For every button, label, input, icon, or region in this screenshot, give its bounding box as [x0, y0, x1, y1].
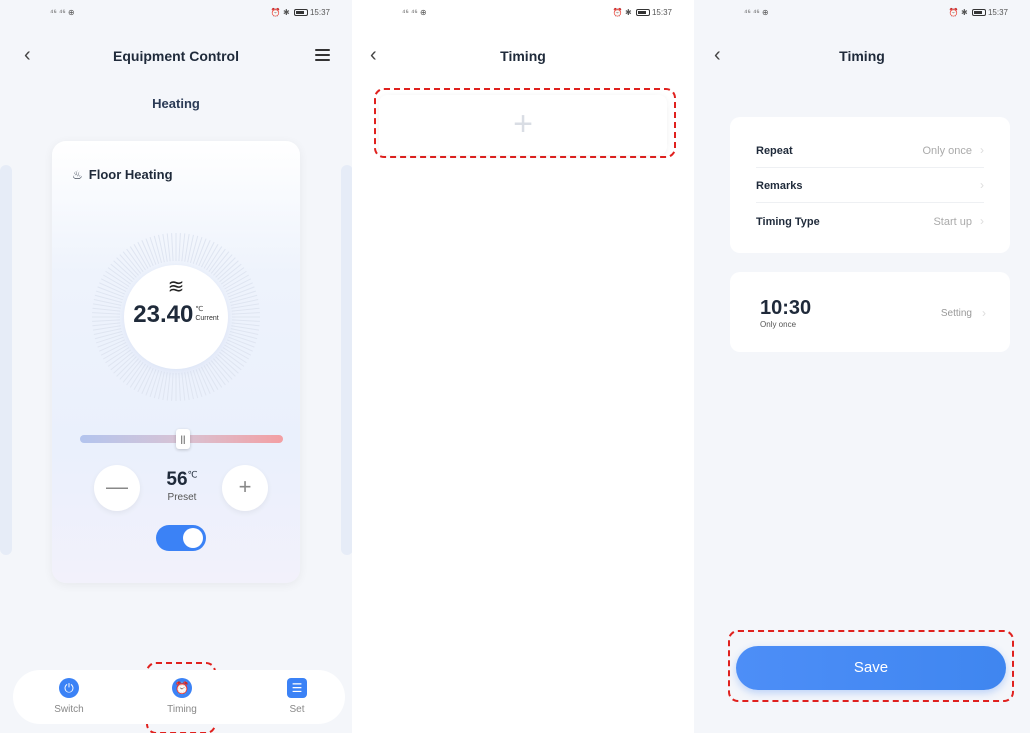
menu-icon[interactable] — [315, 49, 330, 61]
timing-edit-screen: ⁴⁶ ⁴⁶ ⊕ ⏰ ✱ 15:37 ‹ Timing Repeat Only o… — [694, 0, 1030, 733]
status-right: ⏰ ✱ 15:37 — [270, 8, 330, 17]
add-timing-button[interactable]: + — [379, 95, 667, 155]
page-title: Timing — [839, 48, 885, 64]
title-bar: ‹ Equipment Control — [0, 44, 352, 68]
preset-value: 56 — [166, 469, 188, 490]
current-label: Current — [195, 315, 219, 322]
title-bar: ‹ Timing — [694, 44, 1030, 68]
preset-unit: ℃ — [187, 469, 198, 480]
chevron-right-icon: › — [980, 178, 984, 192]
status-right: ⏰ ✱ 15:37 — [612, 8, 672, 17]
repeat-row[interactable]: Repeat Only once › — [756, 133, 984, 168]
signal-indicators: ⁴⁶ ⁴⁶ ⊕ — [50, 8, 75, 17]
preset-label: Preset — [167, 492, 197, 503]
card-title: ♨ Floor Heating — [72, 167, 173, 182]
timing-settings-card: Repeat Only once › Remarks › Timing Type… — [730, 117, 1010, 253]
clock: 15:37 — [987, 8, 1008, 17]
repeat-value: Only once — [922, 145, 972, 157]
chevron-right-icon: › — [980, 214, 984, 228]
next-card-peek[interactable] — [341, 165, 352, 555]
page-title: Timing — [500, 48, 546, 64]
preset-value-row: 56℃ — [142, 469, 222, 491]
floor-heating-card: ♨ Floor Heating ≋ 23.40 ℃ Current || — 56℃ … — [52, 141, 300, 583]
tab-timing[interactable]: ⏰ Timing — [152, 678, 212, 715]
slider-thumb[interactable]: || — [176, 429, 190, 449]
title-bar: ‹ Timing — [352, 44, 694, 68]
alarm-clock-icon: ⏰ — [172, 678, 192, 698]
card-title-text: Floor Heating — [88, 167, 173, 182]
signal-indicators: ⁴⁶ ⁴⁶ ⊕ — [744, 8, 769, 17]
tab-switch-label: Switch — [54, 704, 84, 715]
time-repeat-label: Only once — [760, 320, 797, 329]
chevron-right-icon: › — [982, 306, 986, 320]
clock: 15:37 — [309, 8, 330, 17]
chevron-right-icon: › — [980, 143, 984, 157]
sliders-icon: ☰ — [287, 678, 307, 698]
temperature-dial[interactable]: ≋ 23.40 ℃ Current — [88, 229, 264, 405]
timing-type-label: Timing Type — [756, 216, 820, 228]
status-bar: ⁴⁶ ⁴⁶ ⊕ ⏰ ✱ 15:37 — [352, 8, 694, 22]
tab-set[interactable]: ☰ Set — [267, 678, 327, 715]
decrease-button[interactable]: — — [94, 465, 140, 511]
remarks-row[interactable]: Remarks › — [756, 168, 984, 203]
clock: 15:37 — [651, 8, 672, 17]
dial-center: ≋ 23.40 ℃ Current — [124, 265, 228, 369]
current-unit: ℃ Current — [195, 305, 218, 323]
tab-timing-label: Timing — [167, 704, 197, 715]
save-button[interactable]: Save — [736, 646, 1006, 690]
current-temp-value: 23.40 — [133, 301, 194, 328]
power-icon: ⏻ — [59, 678, 79, 698]
setting-link: Setting — [940, 308, 972, 319]
floor-heat-icon: ≋ — [167, 276, 185, 298]
time-setting-card[interactable]: 10:30 Only once Setting › — [730, 272, 1010, 352]
section-heading: Heating — [152, 96, 200, 111]
timing-type-value: Start up — [933, 216, 972, 228]
battery-icon — [971, 9, 986, 17]
preset-temperature: 56℃ Preset — [142, 469, 222, 503]
prev-card-peek[interactable] — [0, 165, 12, 555]
temperature-slider[interactable]: || — [80, 429, 283, 449]
battery-icon — [635, 9, 650, 17]
signal-indicators: ⁴⁶ ⁴⁶ ⊕ — [402, 8, 427, 17]
page-title: Equipment Control — [113, 48, 239, 64]
bottom-tab-bar: ⏻ Switch ⏰ Timing ☰ Set — [13, 670, 345, 724]
time-value: 10:30 — [760, 297, 812, 319]
status-bar: ⁴⁶ ⁴⁶ ⊕ ⏰ ✱ 15:37 — [0, 8, 352, 22]
battery-icon — [293, 9, 308, 17]
power-toggle[interactable] — [156, 525, 206, 551]
heating-icon: ♨ — [72, 168, 83, 182]
repeat-label: Repeat — [756, 145, 793, 157]
equipment-control-screen: ⁴⁶ ⁴⁶ ⊕ ⏰ ✱ 15:37 ‹ Equipment Control He… — [0, 0, 352, 733]
timing-list-screen: ⁴⁶ ⁴⁶ ⊕ ⏰ ✱ 15:37 ‹ Timing + — [352, 0, 694, 733]
current-temperature: 23.40 ℃ Current — [124, 301, 228, 329]
increase-button[interactable]: + — [222, 465, 268, 511]
unit-symbol: ℃ — [195, 306, 204, 313]
remarks-label: Remarks — [756, 180, 803, 192]
timing-type-row[interactable]: Timing Type Start up › — [756, 204, 984, 239]
tab-switch[interactable]: ⏻ Switch — [39, 678, 99, 715]
status-right: ⏰ ✱ 15:37 — [948, 8, 1008, 17]
tab-set-label: Set — [289, 704, 305, 715]
status-bar: ⁴⁶ ⁴⁶ ⊕ ⏰ ✱ 15:37 — [694, 8, 1030, 22]
